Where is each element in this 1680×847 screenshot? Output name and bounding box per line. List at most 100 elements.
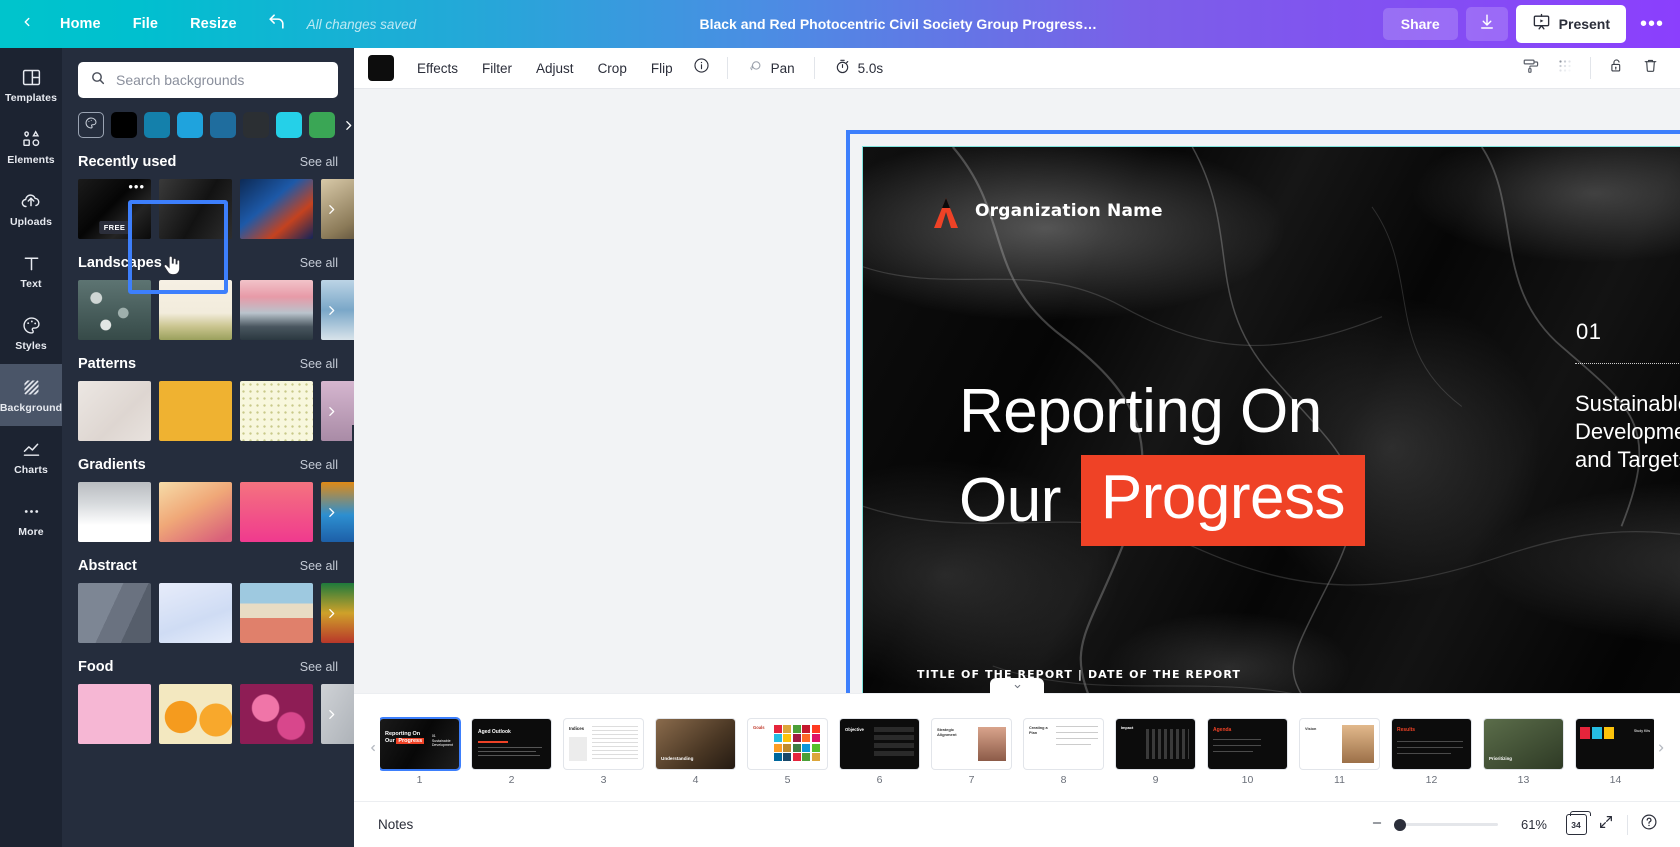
background-thumbnail[interactable] — [159, 583, 232, 643]
share-button[interactable]: Share — [1382, 8, 1458, 40]
list-item[interactable]: Reporting On Our Progress 01 Sustainable De… — [380, 719, 459, 786]
background-thumbnail[interactable] — [240, 482, 313, 542]
swatch-2[interactable] — [144, 112, 170, 138]
sidebar-item-charts[interactable]: Charts — [0, 426, 62, 488]
row-next-button[interactable] — [318, 381, 344, 441]
slide-thumbnail[interactable]: Indices — [564, 719, 643, 769]
more-options-button[interactable]: ••• — [1634, 7, 1670, 41]
sidebar-item-more[interactable]: More — [0, 488, 62, 550]
sidebar-item-styles[interactable]: Styles — [0, 302, 62, 364]
list-item[interactable]: Study Kits 14 — [1576, 719, 1654, 786]
sidebar-item-background[interactable]: Background — [0, 364, 62, 426]
list-item[interactable]: Agenda 10 — [1208, 719, 1287, 786]
background-thumbnail[interactable] — [78, 482, 151, 542]
swatch-next-button[interactable] — [342, 119, 354, 132]
list-item[interactable]: Indices 3 — [564, 719, 643, 786]
list-item[interactable]: Creating a Plan 8 — [1024, 719, 1103, 786]
flip-button[interactable]: Flip — [640, 55, 684, 82]
background-thumbnail[interactable] — [78, 280, 151, 340]
see-all-food[interactable]: See all — [300, 660, 338, 674]
transparency-button[interactable] — [1549, 54, 1581, 82]
background-thumbnail[interactable] — [159, 179, 232, 239]
list-item[interactable]: Prioritizing 13 — [1484, 719, 1563, 786]
fullscreen-button[interactable] — [1591, 811, 1621, 839]
crop-button[interactable]: Crop — [587, 55, 638, 82]
background-thumbnail[interactable] — [78, 381, 151, 441]
slide-thumbnail[interactable]: Vision — [1300, 719, 1379, 769]
background-thumbnail[interactable]: ••• FREE — [78, 179, 151, 239]
row-next-button[interactable] — [318, 179, 344, 239]
filter-button[interactable]: Filter — [471, 55, 523, 82]
zoom-slider-knob[interactable] — [1394, 818, 1406, 831]
pan-button[interactable]: Pan — [737, 53, 805, 83]
background-thumbnail[interactable] — [78, 583, 151, 643]
background-thumbnail[interactable] — [240, 280, 313, 340]
slide-organization-name[interactable]: Organization Name — [975, 201, 1163, 221]
slide-thumbnail[interactable]: Study Kits — [1576, 719, 1654, 769]
swatch-3[interactable] — [177, 112, 203, 138]
search-input[interactable] — [116, 72, 326, 88]
file-menu-button[interactable]: File — [117, 9, 174, 39]
list-item[interactable]: Understanding 4 — [656, 719, 735, 786]
slide-thumbnail[interactable]: Strategic Alignment — [932, 719, 1011, 769]
filmstrip-track[interactable]: Reporting On Our Progress 01 Sustainable De… — [380, 709, 1654, 786]
slide-thumbnail[interactable]: Aged Outlook — [472, 719, 551, 769]
info-button[interactable] — [686, 54, 718, 82]
sidebar-item-uploads[interactable]: Uploads — [0, 178, 62, 240]
filmstrip-prev-button[interactable] — [366, 743, 380, 753]
list-item[interactable]: Aged Outlook 2 — [472, 719, 551, 786]
color-picker-button[interactable] — [78, 112, 104, 138]
timing-button[interactable]: 5.0s — [824, 53, 894, 83]
swatch-5[interactable] — [243, 112, 269, 138]
list-item[interactable]: Impact 9 — [1116, 719, 1195, 786]
slide-thumbnail[interactable]: Prioritizing — [1484, 719, 1563, 769]
effects-button[interactable]: Effects — [406, 55, 469, 82]
slide-subtitle[interactable]: Sustainable Development Goals and Target… — [1575, 390, 1680, 474]
row-next-button[interactable] — [318, 684, 344, 744]
back-button[interactable] — [10, 7, 44, 41]
slide-canvas[interactable]: Organization Name Reporting On Our Progr… — [862, 146, 1680, 693]
see-all-gradients[interactable]: See all — [300, 458, 338, 472]
slide-container[interactable]: Organization Name Reporting On Our Progr… — [846, 130, 1680, 693]
background-thumbnail[interactable] — [159, 482, 232, 542]
swatch-7[interactable] — [309, 112, 335, 138]
slide-thumbnail[interactable]: Objective — [840, 719, 919, 769]
swatch-4[interactable] — [210, 112, 236, 138]
document-title[interactable]: Black and Red Photocentric Civil Society… — [689, 10, 1109, 38]
list-item[interactable]: Vision 11 — [1300, 719, 1379, 786]
slide-thumbnail[interactable]: Understanding — [656, 719, 735, 769]
search-bar[interactable] — [78, 62, 338, 98]
see-all-abstract[interactable]: See all — [300, 559, 338, 573]
see-all-patterns[interactable]: See all — [300, 357, 338, 371]
background-color-button[interactable] — [368, 55, 394, 81]
home-button[interactable]: Home — [44, 9, 117, 39]
see-all-recently-used[interactable]: See all — [300, 155, 338, 169]
background-thumbnail[interactable] — [78, 684, 151, 744]
row-next-button[interactable] — [318, 583, 344, 643]
swatch-1[interactable] — [111, 112, 137, 138]
background-thumbnail[interactable] — [159, 381, 232, 441]
present-button[interactable]: Present — [1515, 5, 1627, 43]
delete-button[interactable] — [1634, 54, 1666, 82]
row-next-button[interactable] — [318, 482, 344, 542]
background-thumbnail[interactable] — [159, 684, 232, 744]
list-item[interactable]: Objective 6 — [840, 719, 919, 786]
list-item[interactable]: Results 12 — [1392, 719, 1471, 786]
resize-button[interactable]: Resize — [174, 9, 253, 39]
background-thumbnail[interactable] — [240, 684, 313, 744]
page-count-button[interactable]: 34 — [1561, 811, 1591, 839]
background-thumbnail[interactable] — [240, 179, 313, 239]
slide-thumbnail[interactable]: Reporting On Our Progress 01 Sustainable De… — [380, 719, 459, 769]
canvas-area[interactable]: Organization Name Reporting On Our Progr… — [354, 89, 1680, 693]
sidebar-item-elements[interactable]: Elements — [0, 116, 62, 178]
filmstrip-next-button[interactable] — [1654, 743, 1668, 753]
help-button[interactable] — [1634, 811, 1664, 839]
lock-button[interactable] — [1600, 54, 1632, 82]
swatch-6[interactable] — [276, 112, 302, 138]
slide-thumbnail[interactable]: Impact — [1116, 719, 1195, 769]
adjust-button[interactable]: Adjust — [525, 55, 585, 82]
slide-footer-text[interactable]: TITLE OF THE REPORT | DATE OF THE REPORT — [917, 668, 1241, 681]
zoom-slider[interactable] — [1394, 818, 1498, 831]
paint-roller-button[interactable] — [1515, 54, 1547, 82]
background-thumbnail[interactable] — [240, 381, 313, 441]
